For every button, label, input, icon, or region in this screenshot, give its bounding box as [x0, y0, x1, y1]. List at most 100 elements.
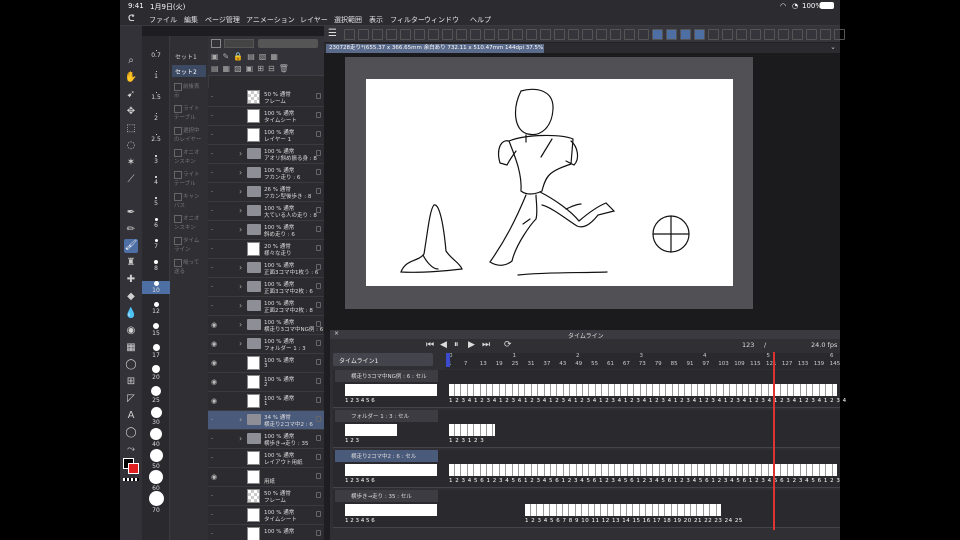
command-button[interactable]: [358, 29, 369, 40]
frame-rate[interactable]: 24.0 fps: [811, 341, 837, 349]
command-button[interactable]: [582, 29, 593, 40]
eye-icon[interactable]: ◉: [211, 359, 220, 367]
eye-hidden-icon[interactable]: ·: [211, 207, 220, 215]
layer-row[interactable]: · › 100 % 通常 正面2コマ中2枚 : 8: [208, 297, 324, 316]
command-button[interactable]: [554, 29, 565, 40]
eye-hidden-icon[interactable]: ·: [211, 264, 220, 272]
command-button[interactable]: [680, 29, 691, 40]
menu-page[interactable]: ページ管理: [205, 15, 240, 25]
lock-icon[interactable]: [316, 397, 321, 403]
next-frame-icon[interactable]: ▶: [468, 340, 475, 350]
chevron-right-icon[interactable]: ›: [239, 301, 242, 310]
lock-icon[interactable]: [316, 264, 321, 270]
menu-filter[interactable]: フィルター: [390, 15, 425, 25]
layer-property-icons[interactable]: ▣✎🔒▤▧▦: [211, 52, 316, 61]
eye-hidden-icon[interactable]: ·: [211, 302, 220, 310]
fill-icon[interactable]: ◉: [124, 324, 138, 338]
playhead-start[interactable]: [446, 353, 450, 367]
lock-icon[interactable]: [316, 245, 321, 251]
chevron-right-icon[interactable]: ›: [239, 149, 242, 158]
command-button[interactable]: [484, 29, 495, 40]
layer-row[interactable]: · › 26 % 通常 フカン型後歩き : 8: [208, 183, 324, 202]
layer-row[interactable]: · 100 % 通常 タイムシート: [208, 506, 324, 525]
menu-icon[interactable]: ☰: [328, 28, 337, 39]
eye-hidden-icon[interactable]: ·: [211, 131, 220, 139]
layer-row[interactable]: ◉ 100 % 通常 2: [208, 373, 324, 392]
chevron-right-icon[interactable]: ›: [239, 187, 242, 196]
balloon-icon[interactable]: ◯: [124, 426, 138, 440]
eye-icon[interactable]: ◉: [211, 397, 220, 405]
menu-help[interactable]: ヘルプ: [470, 15, 491, 25]
chevron-right-icon[interactable]: ›: [239, 263, 242, 272]
brush-size-item[interactable]: 1.5: [142, 92, 170, 101]
command-button[interactable]: [596, 29, 607, 40]
lock-icon[interactable]: [316, 378, 321, 384]
menu-window[interactable]: ウィンドウ: [424, 15, 459, 25]
airbrush-icon[interactable]: ♜: [124, 256, 138, 270]
layer-row[interactable]: · › 100 % 通常 正面3コマ中1枚う : 6: [208, 259, 324, 278]
zoom-icon[interactable]: ⌕: [124, 54, 138, 68]
timeline-track[interactable]: フォルダー 1 : 3 : セル 1 2 3 1 2 3 1 2 3: [333, 410, 840, 448]
eye-hidden-icon[interactable]: ·: [211, 416, 220, 424]
cell-strip[interactable]: [525, 504, 721, 516]
timeline-track[interactable]: 横走り3コマ中NG例 : 6 : セル 1 2 3 4 5 6 1 2 3 4 1 …: [333, 370, 846, 408]
brush-size-item[interactable]: 1: [142, 71, 170, 80]
lock-icon[interactable]: [316, 302, 321, 308]
blend-mode-select[interactable]: [224, 39, 254, 48]
lasso-icon[interactable]: ◌: [124, 139, 138, 153]
layer-row[interactable]: · 100 % 通常 タイムシート: [208, 107, 324, 126]
prev-frame-icon[interactable]: ◀: [440, 340, 447, 350]
sub-color-swatch[interactable]: [128, 463, 139, 474]
pencil-icon[interactable]: ✏: [124, 223, 138, 237]
drawing-paper[interactable]: [366, 79, 733, 286]
command-button[interactable]: [568, 29, 579, 40]
pen-icon[interactable]: ✒: [124, 206, 138, 220]
chevron-right-icon[interactable]: ›: [239, 282, 242, 291]
eye-icon[interactable]: ◉: [211, 473, 220, 481]
menu-animation[interactable]: アニメーション: [246, 15, 295, 25]
command-button[interactable]: [512, 29, 523, 40]
command-button[interactable]: [456, 29, 467, 40]
move-icon[interactable]: ✥: [124, 105, 138, 119]
command-button[interactable]: [708, 29, 719, 40]
decoration-icon[interactable]: ✚: [124, 273, 138, 287]
frame-icon[interactable]: ⊞: [124, 375, 138, 389]
chevron-right-icon[interactable]: ›: [239, 339, 242, 348]
brush-size-item[interactable]: 5: [142, 197, 170, 207]
eye-hidden-icon[interactable]: ·: [211, 435, 220, 443]
eye-icon[interactable]: ◉: [211, 378, 220, 386]
canvas-tab[interactable]: 230728走り*(655.37 x 366.65mm 余白あり 732.11 …: [326, 44, 544, 53]
command-button[interactable]: [400, 29, 411, 40]
layer-row[interactable]: · › 34 % 通常 横走り2コマ中2 : 6: [208, 411, 324, 430]
command-button[interactable]: [820, 29, 831, 40]
brush-size-item[interactable]: 40: [142, 428, 170, 448]
command-button[interactable]: [694, 29, 705, 40]
lock-icon[interactable]: [316, 492, 321, 498]
brush-size-item[interactable]: 8: [142, 260, 170, 272]
command-button[interactable]: [652, 29, 663, 40]
lock-icon[interactable]: [316, 435, 321, 441]
current-frame[interactable]: 123: [742, 341, 754, 349]
brush-size-item[interactable]: 30: [142, 407, 170, 426]
lock-icon[interactable]: [316, 530, 321, 536]
chevron-right-icon[interactable]: ›: [239, 225, 242, 234]
command-button[interactable]: [414, 29, 425, 40]
brush-size-item[interactable]: 6: [142, 218, 170, 229]
layer-row[interactable]: · › 100 % 通常 フカン走り : 6: [208, 164, 324, 183]
command-button[interactable]: [750, 29, 761, 40]
layer-row[interactable]: · 100 % 通常 レイアウト用紙: [208, 449, 324, 468]
menu-selection[interactable]: 選択範囲: [334, 15, 362, 25]
menu-edit[interactable]: 編集: [184, 15, 198, 25]
brush-size-item[interactable]: 12: [142, 302, 170, 315]
layer-row[interactable]: · 50 % 通常 フレーム: [208, 88, 324, 107]
lock-icon[interactable]: [316, 169, 321, 175]
eye-hidden-icon[interactable]: ·: [211, 93, 220, 101]
menu-file[interactable]: ファイル: [149, 15, 177, 25]
layer-row[interactable]: · › 100 % 通常 正面3コマ中2枚 : 6: [208, 278, 324, 297]
command-button[interactable]: [428, 29, 439, 40]
command-button[interactable]: [498, 29, 509, 40]
eyedropper-icon[interactable]: ⟋: [124, 173, 138, 187]
layer-action-icons[interactable]: ▤▦▧▣⊞⊟🗑: [211, 64, 316, 73]
lock-icon[interactable]: [316, 416, 321, 422]
brush-size-item[interactable]: 2: [142, 113, 170, 122]
